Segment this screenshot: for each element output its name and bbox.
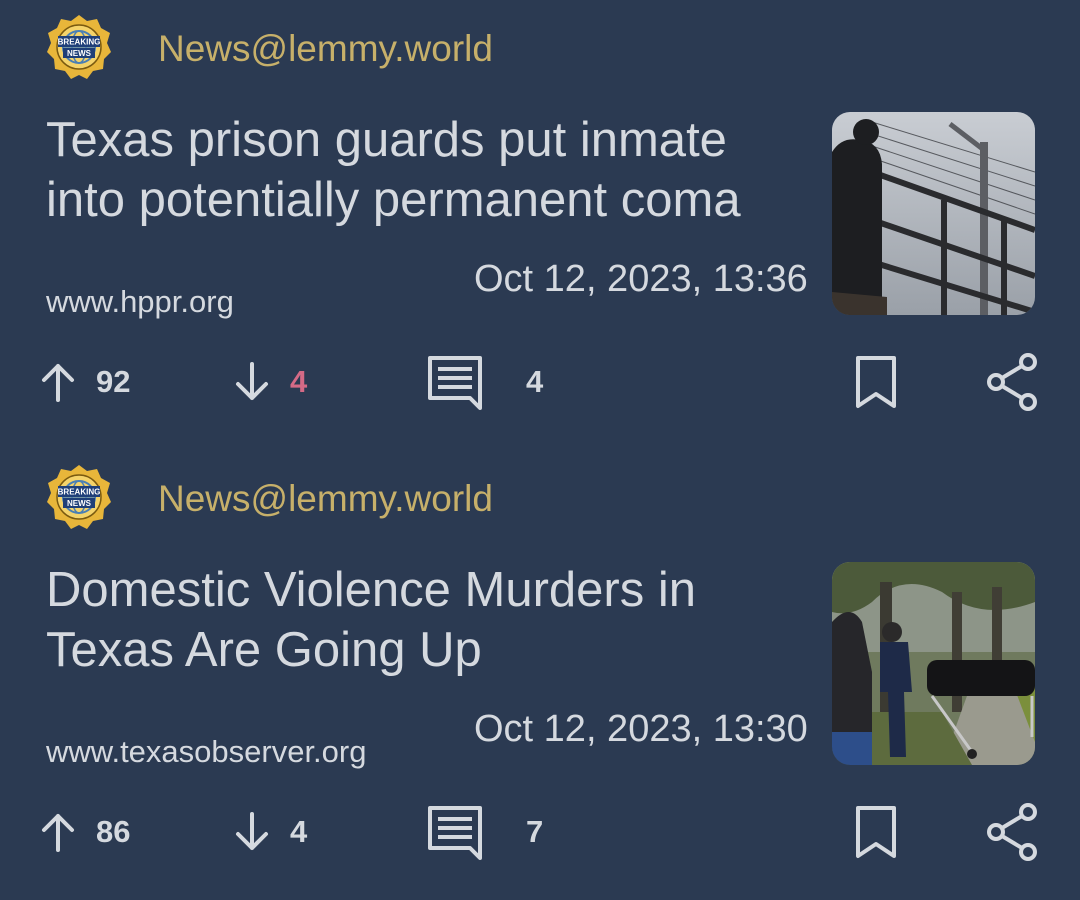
arrow-up-icon — [42, 364, 74, 402]
svg-text:NEWS: NEWS — [67, 499, 92, 508]
community-badge-icon[interactable]: BREAKING NEWS — [46, 464, 112, 530]
arrow-up-icon — [42, 814, 74, 852]
svg-text:BREAKING: BREAKING — [58, 488, 101, 497]
save-button[interactable] — [852, 352, 900, 412]
post-domain[interactable]: www.hppr.org — [46, 284, 234, 320]
upvote-button[interactable]: 92 — [34, 352, 130, 412]
comment-count: 7 — [526, 814, 544, 849]
comment-icon — [428, 356, 482, 410]
post-date: Oct 12, 2023, 13:30 — [474, 708, 808, 750]
svg-text:NEWS: NEWS — [67, 49, 92, 58]
post-date: Oct 12, 2023, 13:36 — [474, 258, 808, 300]
comment-count: 4 — [526, 364, 544, 399]
bookmark-icon — [856, 356, 896, 408]
downvote-count: 4 — [290, 364, 308, 399]
upvote-button[interactable]: 86 — [34, 802, 130, 862]
save-button[interactable] — [852, 802, 900, 862]
svg-text:BREAKING: BREAKING — [58, 38, 101, 47]
comment-icon — [428, 806, 482, 860]
downvote-button[interactable]: 4 — [228, 802, 307, 862]
post-domain[interactable]: www.texasobserver.org — [46, 734, 366, 770]
share-button[interactable] — [984, 802, 1040, 862]
share-icon — [987, 353, 1037, 411]
share-button[interactable] — [984, 352, 1040, 412]
downvote-button[interactable]: 4 — [228, 352, 307, 412]
upvote-count: 86 — [96, 814, 131, 849]
comments-button[interactable]: 4 — [424, 352, 543, 412]
post-title[interactable]: Texas prison guards put inmate into pote… — [46, 110, 816, 230]
community-name[interactable]: News@lemmy.world — [158, 28, 493, 70]
upvote-count: 92 — [96, 364, 131, 399]
community-badge-icon[interactable]: BREAKING NEWS — [46, 14, 112, 80]
comments-button[interactable]: 7 — [424, 802, 543, 862]
post-title[interactable]: Domestic Violence Murders in Texas Are G… — [46, 560, 816, 680]
post-thumbnail[interactable] — [832, 112, 1035, 315]
arrow-down-icon — [236, 362, 268, 400]
downvote-count: 4 — [290, 814, 308, 849]
post-card[interactable]: BREAKING NEWS News@lemmy.world Domestic … — [0, 450, 1080, 900]
community-name[interactable]: News@lemmy.world — [158, 478, 493, 520]
post-thumbnail[interactable] — [832, 562, 1035, 765]
arrow-down-icon — [236, 812, 268, 850]
bookmark-icon — [856, 806, 896, 858]
post-card[interactable]: BREAKING NEWS News@lemmy.world Texas pri… — [0, 0, 1080, 450]
share-icon — [987, 803, 1037, 861]
